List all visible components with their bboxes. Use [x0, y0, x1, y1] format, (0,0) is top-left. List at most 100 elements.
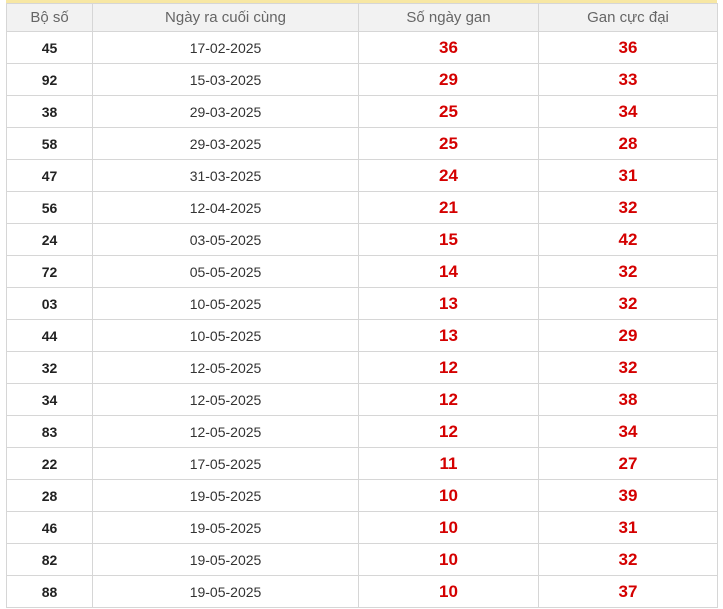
cell-so-ngay-gan: 14 [358, 255, 539, 288]
cell-bo-so: 82 [6, 543, 93, 576]
page: Bộ số Ngày ra cuối cùng Số ngày gan Gan … [0, 0, 723, 609]
cell-ngay-ra-cuoi-cung: 03-05-2025 [92, 223, 359, 256]
cell-ngay-ra-cuoi-cung: 29-03-2025 [92, 127, 359, 160]
gan-statistics-table: Bộ số Ngày ra cuối cùng Số ngày gan Gan … [6, 3, 718, 608]
cell-so-ngay-gan: 10 [358, 511, 539, 544]
cell-gan-cuc-dai: 28 [538, 127, 718, 160]
cell-gan-cuc-dai: 32 [538, 255, 718, 288]
cell-gan-cuc-dai: 27 [538, 447, 718, 480]
cell-bo-so: 58 [6, 127, 93, 160]
cell-ngay-ra-cuoi-cung: 17-05-2025 [92, 447, 359, 480]
cell-gan-cuc-dai: 36 [538, 31, 718, 64]
cell-gan-cuc-dai: 33 [538, 63, 718, 96]
cell-gan-cuc-dai: 31 [538, 511, 718, 544]
table-row: 83 12-05-2025 12 34 [6, 415, 718, 448]
cell-so-ngay-gan: 12 [358, 415, 539, 448]
cell-ngay-ra-cuoi-cung: 12-05-2025 [92, 415, 359, 448]
table-row: 92 15-03-2025 29 33 [6, 63, 718, 96]
table-header: Bộ số Ngày ra cuối cùng Số ngày gan Gan … [6, 3, 718, 32]
cell-ngay-ra-cuoi-cung: 10-05-2025 [92, 319, 359, 352]
cell-so-ngay-gan: 25 [358, 95, 539, 128]
table-row: 56 12-04-2025 21 32 [6, 191, 718, 224]
header-row: Bộ số Ngày ra cuối cùng Số ngày gan Gan … [6, 3, 718, 32]
table-row: 24 03-05-2025 15 42 [6, 223, 718, 256]
header-so-ngay-gan: Số ngày gan [358, 3, 539, 32]
cell-so-ngay-gan: 15 [358, 223, 539, 256]
header-bo-so: Bộ số [6, 3, 93, 32]
table-row: 46 19-05-2025 10 31 [6, 511, 718, 544]
cell-bo-so: 38 [6, 95, 93, 128]
table-row: 45 17-02-2025 36 36 [6, 31, 718, 64]
cell-bo-so: 72 [6, 255, 93, 288]
top-accent-bar [6, 0, 717, 3]
cell-so-ngay-gan: 24 [358, 159, 539, 192]
table-row: 28 19-05-2025 10 39 [6, 479, 718, 512]
cell-bo-so: 92 [6, 63, 93, 96]
table-row: 03 10-05-2025 13 32 [6, 287, 718, 320]
cell-ngay-ra-cuoi-cung: 12-05-2025 [92, 351, 359, 384]
cell-so-ngay-gan: 36 [358, 31, 539, 64]
cell-bo-so: 03 [6, 287, 93, 320]
cell-so-ngay-gan: 12 [358, 351, 539, 384]
cell-ngay-ra-cuoi-cung: 31-03-2025 [92, 159, 359, 192]
cell-gan-cuc-dai: 42 [538, 223, 718, 256]
cell-so-ngay-gan: 11 [358, 447, 539, 480]
table-row: 34 12-05-2025 12 38 [6, 383, 718, 416]
cell-so-ngay-gan: 13 [358, 287, 539, 320]
cell-bo-so: 28 [6, 479, 93, 512]
cell-bo-so: 22 [6, 447, 93, 480]
cell-ngay-ra-cuoi-cung: 19-05-2025 [92, 511, 359, 544]
header-ngay-ra-cuoi-cung: Ngày ra cuối cùng [92, 3, 359, 32]
cell-gan-cuc-dai: 37 [538, 575, 718, 608]
cell-ngay-ra-cuoi-cung: 05-05-2025 [92, 255, 359, 288]
cell-gan-cuc-dai: 29 [538, 319, 718, 352]
cell-so-ngay-gan: 10 [358, 543, 539, 576]
cell-gan-cuc-dai: 34 [538, 415, 718, 448]
cell-so-ngay-gan: 12 [358, 383, 539, 416]
table-row: 47 31-03-2025 24 31 [6, 159, 718, 192]
cell-bo-so: 83 [6, 415, 93, 448]
table-body: 45 17-02-2025 36 36 92 15-03-2025 29 33 38 29-03-… [6, 31, 718, 608]
table-row: 58 29-03-2025 25 28 [6, 127, 718, 160]
cell-gan-cuc-dai: 39 [538, 479, 718, 512]
table-row: 82 19-05-2025 10 32 [6, 543, 718, 576]
cell-gan-cuc-dai: 32 [538, 191, 718, 224]
cell-bo-so: 24 [6, 223, 93, 256]
table-row: 38 29-03-2025 25 34 [6, 95, 718, 128]
cell-ngay-ra-cuoi-cung: 12-04-2025 [92, 191, 359, 224]
cell-bo-so: 34 [6, 383, 93, 416]
cell-bo-so: 44 [6, 319, 93, 352]
cell-gan-cuc-dai: 34 [538, 95, 718, 128]
cell-so-ngay-gan: 21 [358, 191, 539, 224]
cell-ngay-ra-cuoi-cung: 19-05-2025 [92, 543, 359, 576]
table-row: 44 10-05-2025 13 29 [6, 319, 718, 352]
cell-bo-so: 32 [6, 351, 93, 384]
cell-ngay-ra-cuoi-cung: 17-02-2025 [92, 31, 359, 64]
cell-gan-cuc-dai: 38 [538, 383, 718, 416]
cell-gan-cuc-dai: 31 [538, 159, 718, 192]
cell-bo-so: 56 [6, 191, 93, 224]
cell-ngay-ra-cuoi-cung: 29-03-2025 [92, 95, 359, 128]
cell-ngay-ra-cuoi-cung: 15-03-2025 [92, 63, 359, 96]
cell-bo-so: 46 [6, 511, 93, 544]
table-row: 88 19-05-2025 10 37 [6, 575, 718, 608]
cell-so-ngay-gan: 29 [358, 63, 539, 96]
header-gan-cuc-dai: Gan cực đại [538, 3, 718, 32]
cell-so-ngay-gan: 25 [358, 127, 539, 160]
cell-bo-so: 47 [6, 159, 93, 192]
cell-so-ngay-gan: 13 [358, 319, 539, 352]
table-row: 72 05-05-2025 14 32 [6, 255, 718, 288]
cell-bo-so: 45 [6, 31, 93, 64]
cell-ngay-ra-cuoi-cung: 19-05-2025 [92, 575, 359, 608]
cell-bo-so: 88 [6, 575, 93, 608]
table-row: 22 17-05-2025 11 27 [6, 447, 718, 480]
cell-ngay-ra-cuoi-cung: 19-05-2025 [92, 479, 359, 512]
cell-so-ngay-gan: 10 [358, 575, 539, 608]
cell-ngay-ra-cuoi-cung: 12-05-2025 [92, 383, 359, 416]
table-row: 32 12-05-2025 12 32 [6, 351, 718, 384]
cell-so-ngay-gan: 10 [358, 479, 539, 512]
cell-ngay-ra-cuoi-cung: 10-05-2025 [92, 287, 359, 320]
cell-gan-cuc-dai: 32 [538, 543, 718, 576]
cell-gan-cuc-dai: 32 [538, 287, 718, 320]
cell-gan-cuc-dai: 32 [538, 351, 718, 384]
